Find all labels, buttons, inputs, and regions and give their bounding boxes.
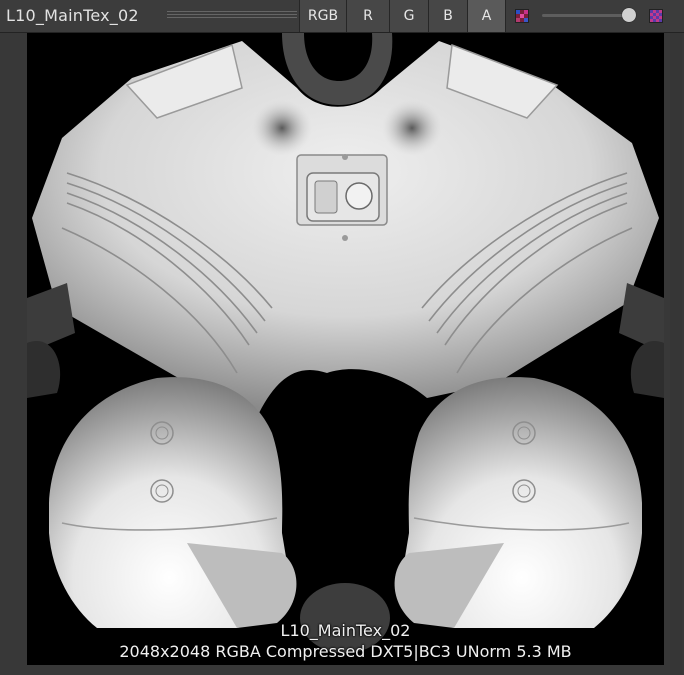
vertical-scrollbar[interactable] <box>670 33 682 675</box>
divider <box>505 0 506 32</box>
texture-title: L10_MainTex_02 <box>6 6 139 25</box>
channel-rgb-button[interactable]: RGB <box>300 0 346 32</box>
color-mode-icon[interactable] <box>515 9 529 23</box>
texture-caption: L10_MainTex_02 2048x2048 RGBA Compressed… <box>27 621 664 663</box>
slider-thumb[interactable] <box>622 8 636 22</box>
channel-g-button[interactable]: G <box>390 0 428 32</box>
channel-b-button[interactable]: B <box>429 0 467 32</box>
preview-toolbar: L10_MainTex_02 RGB R G B A <box>0 0 684 33</box>
caption-info: 2048x2048 RGBA Compressed DXT5|BC3 UNorm… <box>119 642 572 661</box>
channel-r-button[interactable]: R <box>347 0 389 32</box>
texture-viewport[interactable]: L10_MainTex_02 2048x2048 RGBA Compressed… <box>0 33 684 675</box>
texture-alpha-render <box>27 33 664 653</box>
texture-preview-image <box>27 33 664 665</box>
checker-icon[interactable] <box>649 9 663 23</box>
drag-grip[interactable] <box>167 11 297 20</box>
caption-name: L10_MainTex_02 <box>280 621 411 640</box>
mip-level-slider[interactable] <box>542 8 636 22</box>
channel-a-button[interactable]: A <box>468 0 505 32</box>
